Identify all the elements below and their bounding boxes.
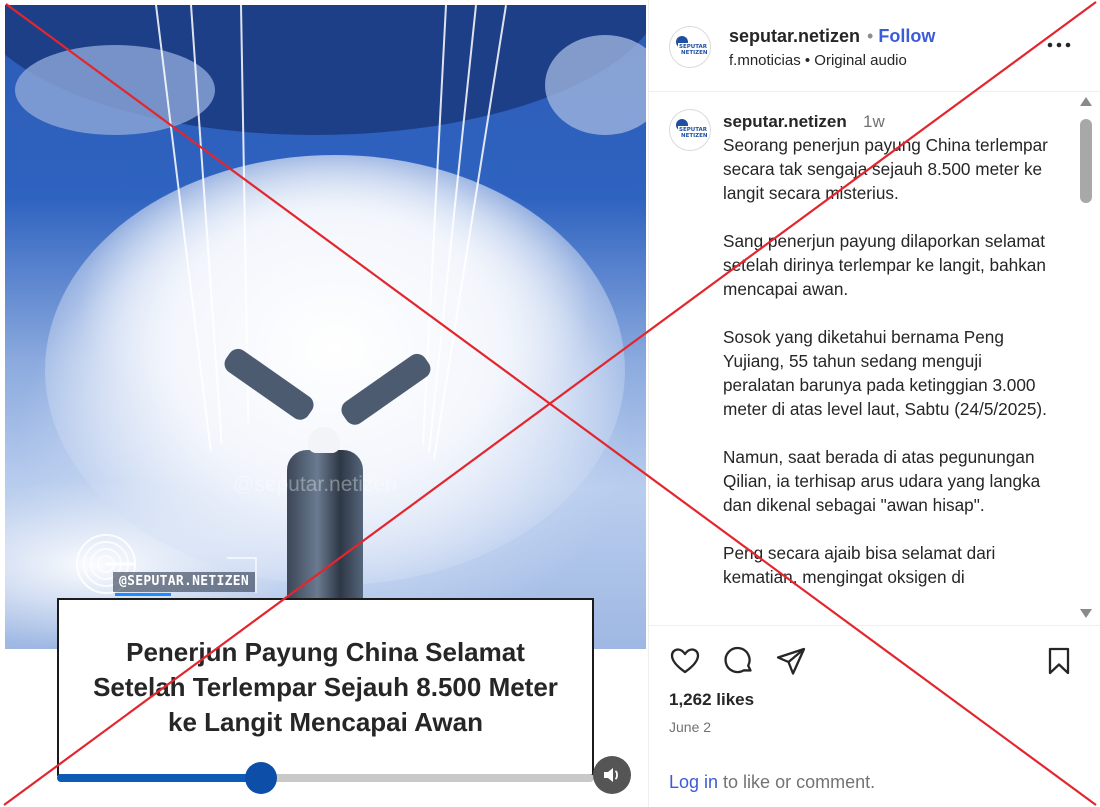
volume-icon: [604, 768, 618, 782]
caption-paragraph: Seorang penerjun payung China terlempar …: [723, 135, 1048, 203]
caption-paragraph: Namun, saat berada di atas pegunungan Qi…: [723, 447, 1041, 515]
avatar[interactable]: SEPUTAR NETIZEN: [669, 26, 711, 68]
caption-paragraph: Sang penerjun payung dilaporkan selamat …: [723, 231, 1046, 299]
action-bar: 1,262 likes June 2 Log in to like or com…: [649, 625, 1100, 807]
scroll-up-arrow-icon[interactable]: [1080, 97, 1092, 106]
avatar-logo-icon: SEPUTAR NETIZEN: [676, 119, 708, 139]
svg-text:NETIZEN: NETIZEN: [681, 133, 708, 139]
scroll-thumb[interactable]: [1080, 119, 1092, 203]
caption-avatar[interactable]: SEPUTAR NETIZEN: [669, 109, 711, 151]
heart-icon[interactable]: [669, 645, 701, 677]
comment-icon[interactable]: [723, 645, 755, 677]
caption-timestamp[interactable]: 1w: [863, 112, 885, 132]
progress-knob[interactable]: [244, 762, 277, 794]
caption-text: Seorang penerjun payung China terlempar …: [723, 133, 1048, 613]
bookmark-icon[interactable]: [1043, 645, 1075, 677]
caption-paragraph: Peng secara ajaib bisa selamat dari kema…: [723, 543, 996, 587]
video-watermark: @seputar.netizen: [233, 473, 397, 496]
share-icon[interactable]: [775, 645, 807, 677]
avatar-logo-icon: SEPUTAR NETIZEN: [676, 36, 708, 56]
media-panel: @seputar.netizen @SEPUTAR.NETIZEN Penerj…: [0, 0, 648, 807]
post-header: SEPUTAR NETIZEN seputar.netizen • Follow…: [649, 0, 1100, 92]
login-link[interactable]: Log in: [669, 772, 718, 792]
caption-username[interactable]: seputar.netizen: [723, 112, 847, 132]
svg-text:NETIZEN: NETIZEN: [681, 50, 708, 56]
post-date[interactable]: June 2: [669, 719, 711, 735]
brand-underline: [115, 593, 171, 596]
progress-fill: [57, 774, 261, 782]
follow-wrap: • Follow: [867, 26, 935, 47]
caption-paragraph: Sosok yang diketahui bernama Peng Yujian…: [723, 327, 1047, 419]
volume-button[interactable]: [593, 756, 631, 794]
header-username[interactable]: seputar.netizen: [729, 26, 860, 47]
more-options-icon: [1047, 42, 1071, 48]
caption-scroll-area[interactable]: SEPUTAR NETIZEN seputar.netizen 1w Seora…: [649, 93, 1100, 625]
audio-attribution[interactable]: f.mnoticias • Original audio: [729, 52, 907, 69]
pilot-helmet: [308, 427, 340, 453]
canopy-highlight-right: [545, 35, 646, 135]
likes-count[interactable]: 1,262 likes: [669, 690, 754, 710]
follow-button[interactable]: Follow: [878, 26, 935, 46]
canopy-highlight-left: [15, 45, 215, 135]
video-progress-bar[interactable]: [57, 762, 594, 794]
login-prompt: Log in to like or comment.: [669, 772, 875, 793]
headline-card: Penerjun Payung China Selamat Setelah Te…: [57, 598, 594, 776]
post-sidebar: SEPUTAR NETIZEN seputar.netizen • Follow…: [648, 0, 1100, 807]
scrollbar[interactable]: [1077, 93, 1095, 625]
brand-handle: @SEPUTAR.NETIZEN: [113, 572, 256, 592]
scroll-down-arrow-icon[interactable]: [1080, 609, 1092, 618]
video-frame[interactable]: @seputar.netizen @SEPUTAR.NETIZEN: [5, 5, 646, 649]
login-prompt-text: to like or comment.: [718, 772, 876, 792]
headline-text: Penerjun Payung China Selamat Setelah Te…: [93, 636, 558, 737]
more-options-button[interactable]: [1046, 32, 1072, 58]
separator-dot: •: [867, 26, 874, 46]
